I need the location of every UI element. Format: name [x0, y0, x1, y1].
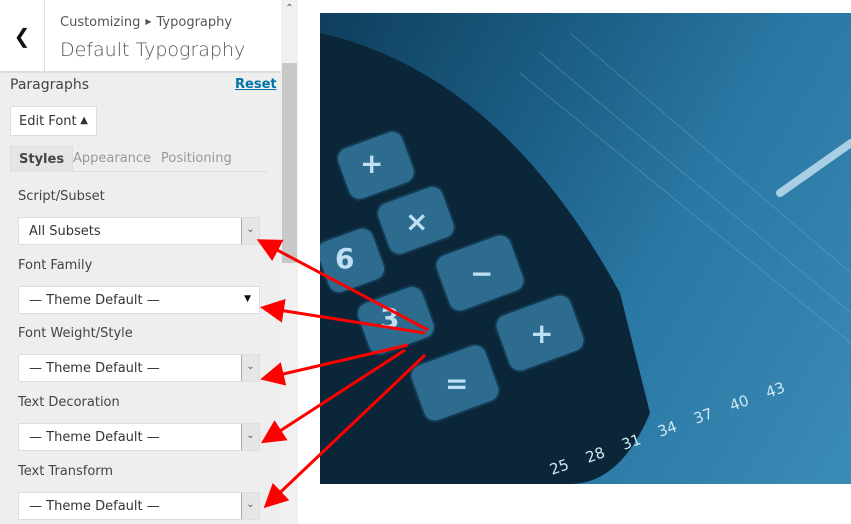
arrow [256, 239, 429, 332]
annotation-arrows [256, 239, 429, 509]
arrow [263, 353, 427, 509]
arrow [260, 298, 426, 335]
